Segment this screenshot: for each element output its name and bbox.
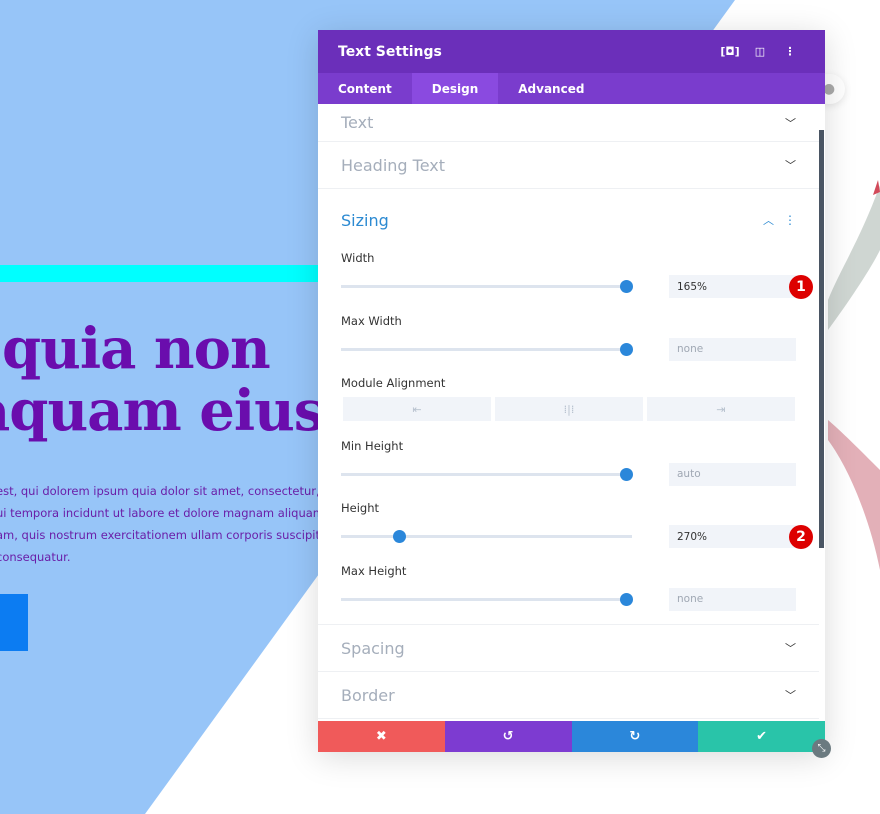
max-height-slider[interactable] xyxy=(341,592,634,606)
section-label: Border xyxy=(341,685,395,705)
max-height-input[interactable] xyxy=(669,587,796,611)
section-label: Spacing xyxy=(341,638,405,658)
slider-thumb[interactable] xyxy=(620,592,634,606)
section-label: Sizing xyxy=(341,210,389,230)
height-field: Height 2 xyxy=(341,501,813,564)
section-sizing: Sizing ︿ ⋮ Width 1 Max Width Module Alignm… xyxy=(318,189,819,625)
section-label: Heading Text xyxy=(341,155,446,175)
expand-icon[interactable]: [◘] xyxy=(715,45,745,58)
min-height-slider[interactable] xyxy=(341,467,634,481)
body-line: am, quis nostrum exercitationem ullam co… xyxy=(0,528,326,542)
panel-title: Text Settings xyxy=(338,43,442,60)
field-label: Max Height xyxy=(341,563,407,578)
height-input[interactable] xyxy=(669,525,796,548)
headline-line: aquam eius xyxy=(0,378,325,444)
hero-body: est, qui dolorem ipsum quia dolor sit am… xyxy=(0,480,326,568)
width-input[interactable] xyxy=(669,275,796,298)
cyan-divider xyxy=(0,265,318,282)
step-badge: 1 xyxy=(789,275,813,299)
field-label: Width xyxy=(341,251,375,265)
section-text[interactable]: Text ﹀ xyxy=(318,104,819,142)
text-settings-panel: Text Settings [◘] ◫ ⋮ Content Design Adv… xyxy=(318,30,825,752)
field-label: Min Height xyxy=(341,438,404,453)
tab-content[interactable]: Content xyxy=(318,73,412,104)
columns-icon[interactable]: ◫ xyxy=(745,45,775,58)
chevron-down-icon: ﹀ xyxy=(785,642,796,655)
redo-button[interactable]: ↻ xyxy=(571,721,699,752)
min-height-field: Min Height xyxy=(341,439,796,502)
section-border[interactable]: Border ﹀ xyxy=(318,672,819,719)
height-slider[interactable] xyxy=(341,530,632,543)
max-width-slider[interactable] xyxy=(341,342,634,356)
tab-advanced[interactable]: Advanced xyxy=(498,73,604,104)
chevron-down-icon: ﹀ xyxy=(785,116,796,130)
body-line: est, qui dolorem ipsum quia dolor sit am… xyxy=(0,484,326,498)
close-icon: ✖ xyxy=(375,729,387,744)
chevron-down-icon: ﹀ xyxy=(785,159,796,172)
sizing-header[interactable]: Sizing ︿ ⋮ xyxy=(341,189,796,251)
more-icon[interactable]: ⋮ xyxy=(784,213,796,227)
align-center-button[interactable]: ⁞|⁞ xyxy=(495,397,643,421)
field-label: Module Alignment xyxy=(341,376,446,390)
resize-handle-icon[interactable]: ⤡ xyxy=(812,739,831,758)
headline-line: quia non xyxy=(2,316,271,382)
slider-thumb[interactable] xyxy=(620,280,634,293)
hero-headline: quia non aquam eius xyxy=(0,316,325,444)
panel-tabs: Content Design Advanced xyxy=(318,73,825,104)
field-label: Height xyxy=(341,501,380,515)
cancel-button[interactable]: ✖ xyxy=(318,721,445,752)
body-line: ui tempora incidunt ut labore et dolore … xyxy=(0,506,326,520)
module-alignment-field: Module Alignment ⇤ ⁞|⁞ ⇥ xyxy=(341,376,796,439)
check-icon: ✔ xyxy=(756,729,768,744)
section-label: Text xyxy=(341,113,374,132)
more-icon[interactable]: ⋮ xyxy=(775,45,805,58)
align-right-button[interactable]: ⇥ xyxy=(647,397,795,421)
section-heading-text[interactable]: Heading Text ﹀ xyxy=(318,142,819,189)
tab-design[interactable]: Design xyxy=(411,73,499,104)
slider-thumb[interactable] xyxy=(620,467,634,481)
chevron-up-icon[interactable]: ︿ xyxy=(763,212,774,228)
undo-button[interactable]: ↺ xyxy=(444,721,572,752)
step-badge: 2 xyxy=(789,525,813,549)
panel-header: Text Settings [◘] ◫ ⋮ xyxy=(318,30,825,73)
cta-button[interactable] xyxy=(0,594,28,651)
body-line: consequatur. xyxy=(0,550,71,564)
undo-icon: ↺ xyxy=(502,729,514,744)
chevron-down-icon: ﹀ xyxy=(785,689,796,702)
max-height-field: Max Height xyxy=(341,564,796,627)
panel-footer: ✖ ↺ ↻ ✔ xyxy=(318,721,825,752)
width-field: Width 1 xyxy=(341,251,813,314)
max-width-input[interactable] xyxy=(669,337,796,361)
min-height-input[interactable] xyxy=(669,462,796,486)
slider-thumb[interactable] xyxy=(620,342,634,356)
redo-icon: ↻ xyxy=(629,729,641,744)
slider-thumb[interactable] xyxy=(393,530,407,543)
max-width-field: Max Width xyxy=(341,314,796,377)
scrollbar[interactable] xyxy=(819,130,824,548)
section-spacing[interactable]: Spacing ﹀ xyxy=(318,625,819,672)
align-left-button[interactable]: ⇤ xyxy=(343,397,491,421)
save-button[interactable]: ✔ xyxy=(698,721,825,752)
width-slider[interactable] xyxy=(341,280,634,293)
field-label: Max Width xyxy=(341,313,402,328)
